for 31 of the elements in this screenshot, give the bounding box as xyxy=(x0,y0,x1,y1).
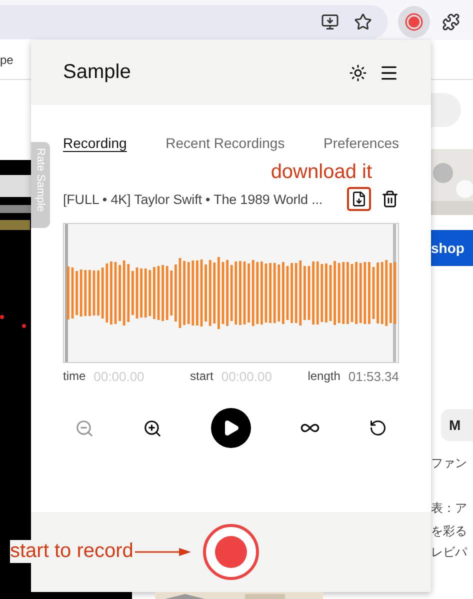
puzzle-icon[interactable] xyxy=(442,13,460,31)
trash-icon[interactable] xyxy=(381,190,399,208)
page-text: ファン xyxy=(431,455,468,472)
record-icon xyxy=(405,13,423,31)
page-text: を彩る xyxy=(431,523,468,540)
shop-button[interactable]: shop xyxy=(431,230,473,266)
install-icon[interactable] xyxy=(321,13,339,31)
page-text: 表：ア xyxy=(431,500,468,517)
time-value: 01:53.34 xyxy=(348,369,399,384)
record-extension-button[interactable] xyxy=(398,6,430,38)
bookmark-item[interactable]: pe xyxy=(0,52,14,66)
play-icon xyxy=(222,419,240,437)
play-button[interactable] xyxy=(211,408,251,448)
tab[interactable]: Recording xyxy=(63,135,127,151)
annotation-text: start to record xyxy=(10,540,134,563)
time-label: length xyxy=(308,369,340,384)
popup-title: Sample xyxy=(63,61,131,84)
recording-title: [FULL • 4K] Taylor Swift • The 1989 World ... xyxy=(63,192,323,206)
zoom-in-button[interactable] xyxy=(143,418,162,438)
download-button[interactable] xyxy=(347,187,371,211)
chip[interactable]: M xyxy=(441,409,473,441)
arrow-icon xyxy=(135,546,192,556)
page-text: レビパ xyxy=(431,544,468,561)
download-icon xyxy=(351,191,367,207)
reset-button[interactable] xyxy=(369,419,387,437)
theme-toggle-sun-icon[interactable] xyxy=(349,64,367,82)
star-icon[interactable] xyxy=(354,13,372,31)
tab[interactable]: Recent Recordings xyxy=(166,135,285,151)
time-label: time xyxy=(63,369,86,384)
tab[interactable]: Preferences xyxy=(324,135,399,151)
time-label: start xyxy=(190,369,214,384)
